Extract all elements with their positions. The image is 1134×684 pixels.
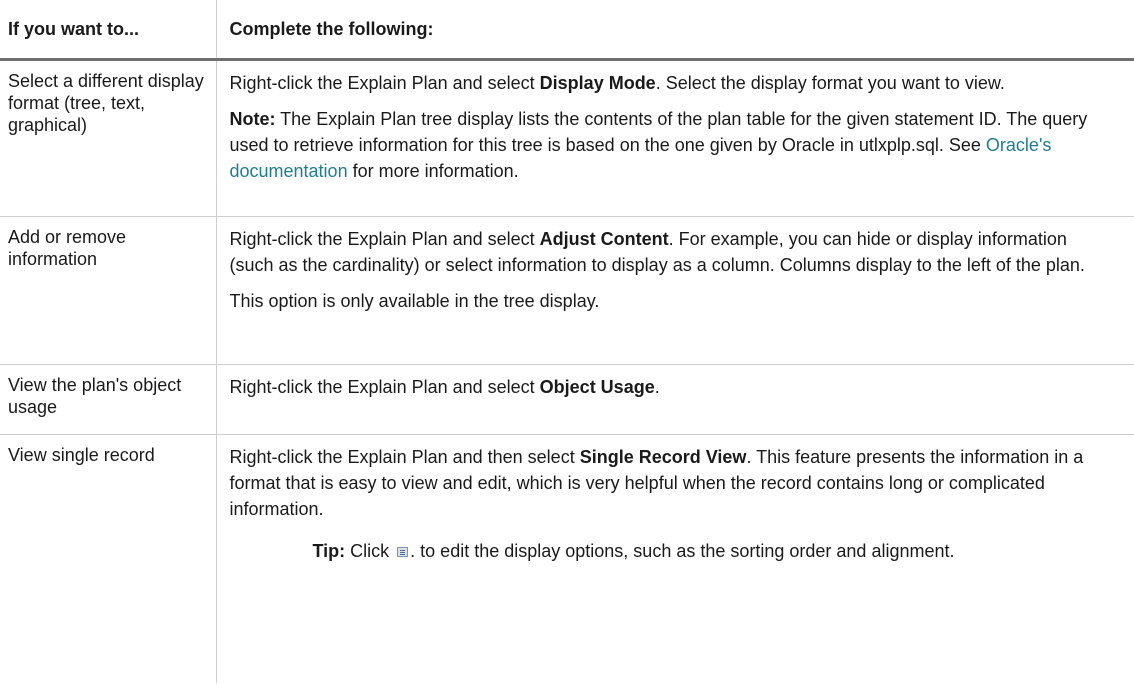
table-row: Select a different display format (tree,… [0, 59, 1134, 217]
menu-command-single-record-view: Single Record View [579, 447, 747, 467]
row-task-display-format: Select a different display format (tree,… [0, 59, 217, 217]
tip-text: . to edit the display options, such as t… [410, 541, 955, 561]
menu-command-display-mode: Display Mode [539, 73, 656, 93]
instruction-paragraph: Right-click the Explain Plan and select … [230, 374, 1115, 400]
menu-command-adjust-content: Adjust Content [539, 229, 669, 249]
row-instructions-single-record: Right-click the Explain Plan and then se… [216, 435, 1134, 683]
instruction-text: Right-click the Explain Plan and select [229, 377, 540, 397]
tip-paragraph: Tip: Click . to edit the display options… [313, 538, 1115, 564]
note-paragraph: Note: The Explain Plan tree display list… [230, 106, 1115, 184]
header-col-if-you-want-to: If you want to... [0, 0, 217, 60]
row-task-add-remove-info: Add or remove information [0, 216, 217, 365]
instruction-text: Right-click the Explain Plan and select [229, 73, 540, 93]
header-col-complete-the-following: Complete the following: [229, 18, 434, 39]
instruction-paragraph: Right-click the Explain Plan and select … [230, 70, 1115, 96]
note-text: for more information. [347, 161, 519, 181]
instruction-paragraph: This option is only available in the tre… [229, 291, 600, 311]
table-row: View the plan's object usage Right-click… [0, 364, 1134, 435]
table-row: Add or remove information Right-click th… [0, 216, 1134, 365]
menu-command-object-usage: Object Usage [539, 377, 655, 397]
options-table: If you want to... Complete the following… [0, 0, 1134, 683]
instruction-text: . [654, 377, 660, 397]
instruction-text: Right-click the Explain Plan and select [229, 229, 540, 249]
row-task-single-record: View single record [0, 434, 217, 683]
instruction-paragraph: Right-click the Explain Plan and select … [230, 226, 1115, 278]
note-label: Note: [229, 109, 276, 129]
tip-label: Tip: [312, 541, 346, 561]
tip-text: Click [345, 541, 395, 561]
table-header-row: If you want to... Complete the following… [0, 0, 1134, 60]
instruction-text: Right-click the Explain Plan and then se… [229, 447, 580, 467]
instruction-paragraph: Right-click the Explain Plan and then se… [230, 444, 1115, 522]
row-instructions-add-remove-info: Right-click the Explain Plan and select … [216, 217, 1134, 365]
note-text: The Explain Plan tree display lists the … [229, 109, 1088, 155]
row-task-object-usage: View the plan's object usage [0, 364, 217, 435]
row-instructions-object-usage: Right-click the Explain Plan and select … [216, 365, 1134, 435]
table-row: View single record Right-click the Expla… [0, 434, 1134, 683]
row-instructions-display-format: Right-click the Explain Plan and select … [216, 60, 1134, 217]
display-options-icon[interactable] [397, 547, 409, 557]
instruction-text: . Select the display format you want to … [655, 73, 1005, 93]
